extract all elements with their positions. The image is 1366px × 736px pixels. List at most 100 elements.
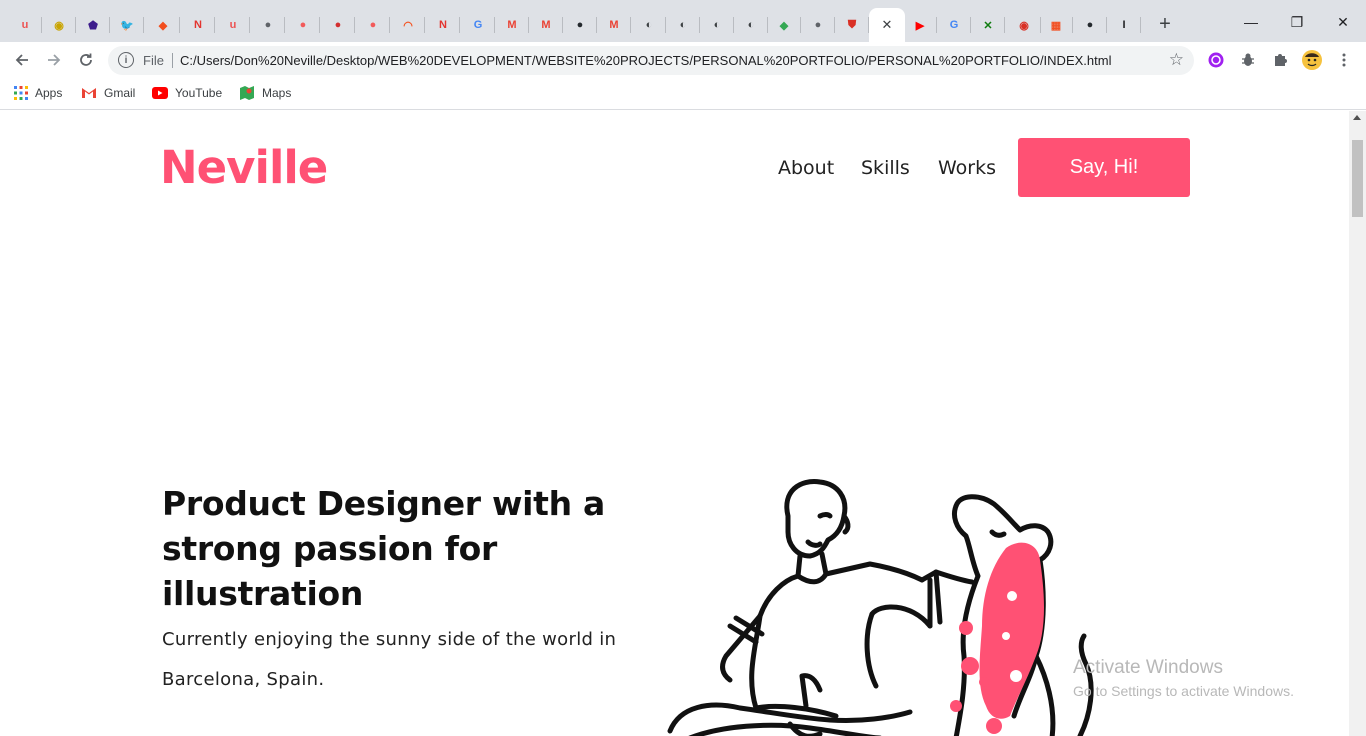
bug-icon[interactable]: [1239, 51, 1257, 69]
scroll-thumb[interactable]: [1352, 140, 1363, 217]
puzzle-icon[interactable]: [1271, 51, 1289, 69]
minimize-button[interactable]: —: [1228, 10, 1274, 34]
back-button[interactable]: [10, 48, 34, 72]
apps-grid-icon: [14, 86, 28, 100]
tab-separator: [1004, 17, 1005, 33]
active-tab[interactable]: ✕: [869, 8, 905, 42]
browser-tab[interactable]: I: [1107, 8, 1141, 42]
browser-tab[interactable]: u: [216, 8, 250, 42]
bookmark-label: Apps: [35, 86, 63, 100]
url-text[interactable]: C:/Users/Don%20Neville/Desktop/WEB%20DEV…: [180, 53, 1111, 68]
close-window-button[interactable]: ✕: [1320, 10, 1366, 34]
tab-separator: [424, 17, 425, 33]
browser-tab[interactable]: ●: [321, 8, 355, 42]
bookmark-maps[interactable]: Maps: [239, 84, 291, 102]
tab-separator: [179, 17, 180, 33]
address-bar[interactable]: i File C:/Users/Don%20Neville/Desktop/WE…: [108, 46, 1194, 75]
hero-subtext: Currently enjoying the sunny side of the…: [162, 629, 617, 690]
browser-tab[interactable]: M: [529, 8, 563, 42]
watermark-title: Activate Windows: [1073, 657, 1223, 678]
diamond-icon: ◆: [779, 19, 789, 32]
browser-tab[interactable]: ▦: [1039, 8, 1073, 42]
browser-tab[interactable]: u: [8, 8, 42, 42]
browser-tab[interactable]: ◠: [391, 8, 425, 42]
close-tab-icon[interactable]: ✕: [882, 17, 893, 33]
scheme-label: File: [143, 53, 164, 68]
browser-tab[interactable]: M: [495, 8, 529, 42]
gmail-icon: M: [609, 19, 619, 31]
browser-tab[interactable]: ◐: [666, 8, 700, 42]
bookmark-label: Gmail: [104, 86, 136, 100]
sketch-icon: ●: [334, 19, 342, 31]
browser-tab[interactable]: G: [937, 8, 971, 42]
tab-separator: [249, 17, 250, 33]
say-hi-button[interactable]: Say, Hi!: [1018, 138, 1190, 197]
mailchimp-icon: ◐: [645, 19, 653, 31]
bookmarks-bar: Apps Gmail YouTube Maps: [0, 78, 1366, 110]
reload-button[interactable]: [74, 48, 98, 72]
bookmark-label: Maps: [262, 86, 292, 100]
menu-kebab-icon[interactable]: [1335, 51, 1353, 69]
page-viewport: Neville About Skills Works Say, Hi! Prod…: [0, 111, 1366, 736]
browser-tab[interactable]: ⛊: [835, 8, 869, 42]
browser-tab[interactable]: ▶: [903, 8, 937, 42]
windows-activation-watermark: Activate Windows Go to Settings to activ…: [1073, 657, 1294, 699]
mailchimp-icon: ◐: [747, 19, 755, 31]
nav-skills-link[interactable]: Skills: [861, 157, 910, 179]
github-icon: ●: [576, 19, 584, 31]
avatar[interactable]: [1302, 50, 1322, 70]
google-icon: G: [473, 19, 483, 31]
new-tab-button[interactable]: +: [1153, 12, 1177, 36]
record-icon: ◉: [1019, 19, 1029, 32]
site-logo[interactable]: Neville: [160, 141, 328, 194]
browser-tab[interactable]: ◐: [700, 8, 734, 42]
tab-strip: ✕ + — ❐ ✕ u ◉ ⬟ 🐦 ◆ Nu ● ● ● ● ◠ N G M M ● M ◐ ◐ ◐ ◐ ◆ ● ⛊ ▶ G ✕ ◉ ▦…: [0, 0, 1366, 42]
extension-icon: ◉: [54, 19, 64, 32]
browser-tab[interactable]: ◉: [42, 8, 76, 42]
browser-tab[interactable]: G: [461, 8, 495, 42]
tab-separator: [630, 17, 631, 33]
tab-separator: [143, 17, 144, 33]
browser-tab[interactable]: 🐦: [110, 8, 144, 42]
browser-tab[interactable]: ●: [251, 8, 285, 42]
page-scrollbar[interactable]: [1349, 111, 1366, 736]
browser-tab[interactable]: ●: [356, 8, 390, 42]
browser-tab[interactable]: ◐: [632, 8, 666, 42]
restore-button[interactable]: ❐: [1274, 10, 1320, 34]
bookmark-star-icon[interactable]: ☆: [1169, 50, 1184, 70]
browser-tab[interactable]: ◆: [146, 8, 180, 42]
globe-icon: ●: [814, 19, 822, 31]
bookmark-youtube[interactable]: YouTube: [152, 84, 222, 102]
globe-icon: ●: [264, 19, 272, 31]
info-icon[interactable]: i: [118, 52, 134, 68]
text-cursor-icon: I: [1122, 19, 1126, 31]
browser-tab[interactable]: N: [426, 8, 460, 42]
browser-tab[interactable]: ●: [563, 8, 597, 42]
twitter-icon: 🐦: [120, 19, 134, 32]
tab-separator: [868, 17, 869, 33]
browser-tab[interactable]: ●: [1073, 8, 1107, 42]
browser-tab[interactable]: ◐: [734, 8, 768, 42]
browser-tab[interactable]: ⬟: [76, 8, 110, 42]
extension-purple-icon[interactable]: [1207, 51, 1225, 69]
nav-about-link[interactable]: About: [778, 157, 834, 179]
browser-tab[interactable]: N: [181, 8, 215, 42]
browser-tab[interactable]: ●: [801, 8, 835, 42]
bookmark-gmail[interactable]: Gmail: [81, 84, 135, 102]
shield-icon: ⛊: [847, 18, 857, 31]
browser-tab[interactable]: ◆: [767, 8, 801, 42]
forward-button[interactable]: [42, 48, 66, 72]
rainbow-icon: ◠: [403, 19, 413, 32]
watermark-subtitle: Go to Settings to activate Windows.: [1073, 683, 1294, 699]
mailchimp-icon: ◐: [679, 19, 687, 31]
browser-tab[interactable]: M: [597, 8, 631, 42]
bookmark-apps[interactable]: Apps: [14, 84, 62, 102]
scroll-up-arrow-icon[interactable]: [1353, 115, 1361, 120]
browser-tab[interactable]: ✕: [971, 8, 1005, 42]
browser-tab[interactable]: ●: [286, 8, 320, 42]
browser-tab[interactable]: ◉: [1007, 8, 1041, 42]
bookmark-label: YouTube: [175, 86, 223, 100]
arrow-left-icon: [15, 54, 28, 66]
nav-works-link[interactable]: Works: [938, 157, 996, 179]
tab-separator: [214, 17, 215, 33]
